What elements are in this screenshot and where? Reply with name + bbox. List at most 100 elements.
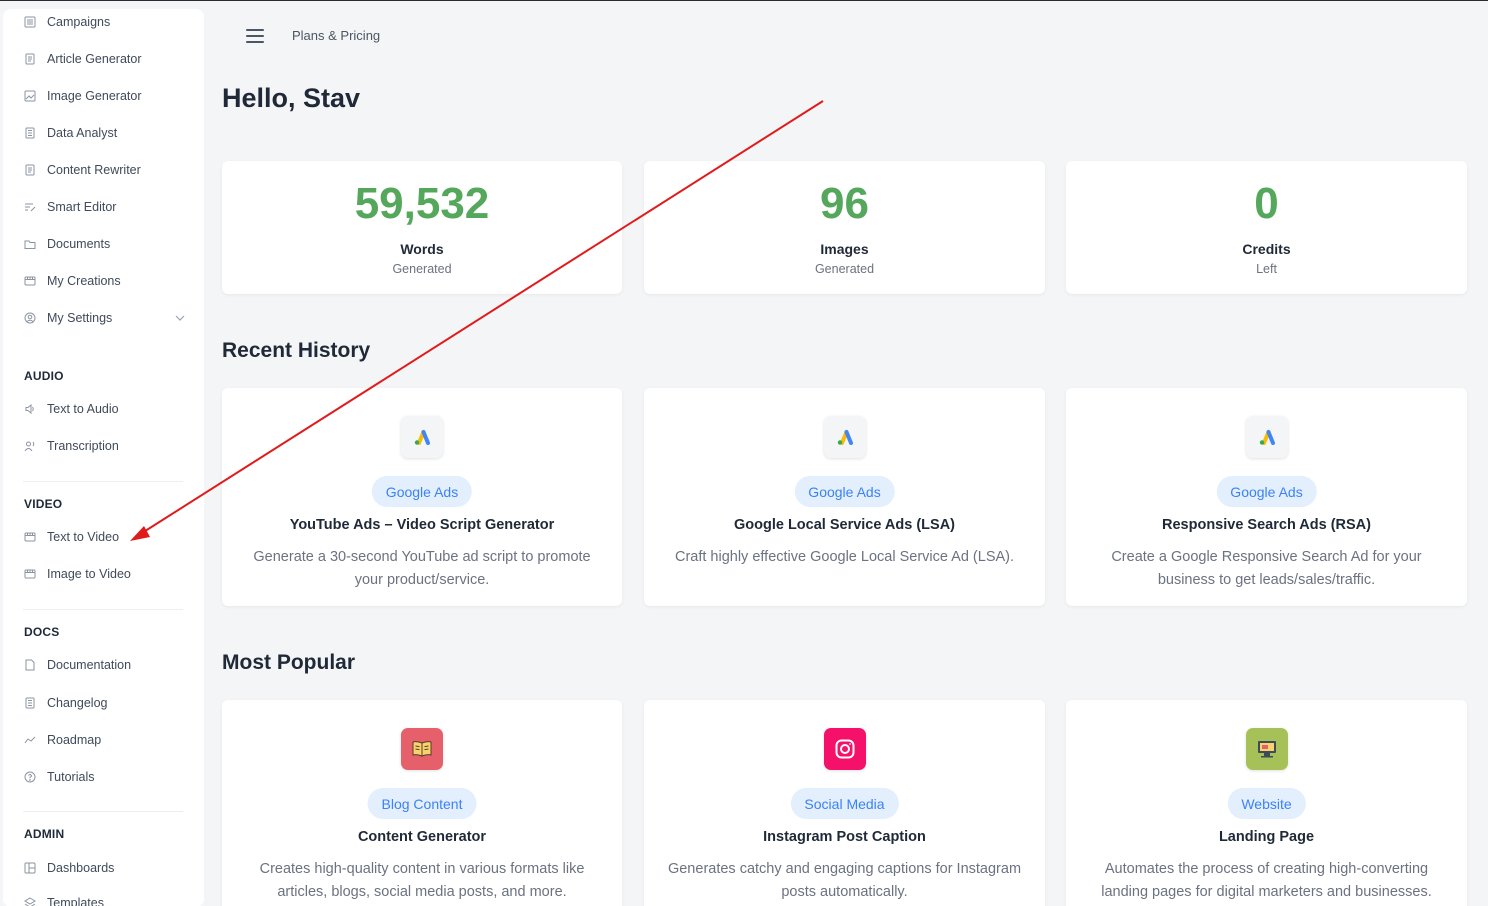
- sidebar-item-label: Changelog: [47, 696, 108, 710]
- section-title-admin: ADMIN: [24, 827, 65, 841]
- tool-description: Generate a 30-second YouTube ad script t…: [253, 549, 591, 588]
- question-circle-icon: [23, 770, 37, 784]
- sidebar-item-changelog[interactable]: Changelog: [23, 691, 193, 715]
- sidebar-item-label: Tutorials: [47, 770, 95, 784]
- stat-label: Words: [400, 241, 444, 257]
- sidebar-divider: [23, 481, 183, 482]
- sidebar-item-content-rewriter[interactable]: Content Rewriter: [23, 158, 193, 182]
- document-icon: [23, 163, 37, 177]
- document-icon: [23, 52, 37, 66]
- sidebar-item-label: Article Generator: [47, 52, 142, 66]
- category-badge[interactable]: Blog Content: [367, 788, 477, 819]
- speaker-icon: [23, 402, 37, 416]
- chevron-down-icon[interactable]: [175, 312, 185, 324]
- sidebar-item-campaigns[interactable]: Campaigns: [23, 10, 193, 34]
- popular-card[interactable]: Social Media Instagram Post Caption Gene…: [644, 700, 1045, 906]
- category-badge[interactable]: Google Ads: [1216, 476, 1317, 507]
- tool-title: Google Local Service Ads (LSA): [733, 517, 956, 533]
- list-icon: [23, 15, 37, 29]
- tool-title: Instagram Post Caption: [763, 829, 926, 845]
- trend-icon: [23, 733, 37, 747]
- stat-sublabel: Generated: [814, 262, 875, 276]
- breadcrumb[interactable]: Plans & Pricing: [292, 28, 380, 43]
- recent-card[interactable]: Google Ads Responsive Search Ads (RSA) C…: [1066, 388, 1467, 606]
- section-heading-most-popular: Most Popular: [222, 651, 356, 674]
- section-title-docs: DOCS: [24, 625, 60, 639]
- stat-value: 0: [1254, 179, 1279, 228]
- sidebar-item-article-generator[interactable]: Article Generator: [23, 47, 193, 71]
- stat-value: 59,532: [354, 179, 490, 228]
- open-book-icon: [401, 728, 443, 770]
- sidebar-item-data-analyst[interactable]: Data Analyst: [23, 121, 193, 145]
- sidebar-item-tutorials[interactable]: Tutorials: [23, 765, 193, 789]
- tool-description: Craft highly effective Google Local Serv…: [674, 549, 1015, 565]
- sidebar-item-my-creations[interactable]: My Creations: [23, 269, 193, 293]
- sidebar-item-label: Documents: [47, 237, 111, 251]
- edit-icon: [23, 200, 37, 214]
- stat-card-credits: 0 Credits Left: [1066, 161, 1467, 294]
- hamburger-menu-icon[interactable]: [246, 29, 264, 43]
- sidebar-item-label: Campaigns: [47, 15, 111, 29]
- tool-description: Create a Google Responsive Search Ad for…: [1111, 549, 1422, 588]
- tool-description: Creates high-quality content in various …: [259, 861, 585, 900]
- film-icon: [23, 567, 37, 581]
- sidebar: Campaigns Article Generator Image Genera…: [3, 9, 204, 906]
- section-title-audio: AUDIO: [24, 369, 64, 383]
- stat-sublabel: Generated: [392, 262, 452, 276]
- google-ads-icon: [823, 416, 866, 458]
- layers-icon: [23, 896, 37, 906]
- sidebar-item-label: My Settings: [47, 311, 113, 325]
- sidebar-item-my-settings[interactable]: My Settings: [23, 306, 193, 330]
- tool-title: Responsive Search Ads (RSA): [1162, 517, 1371, 533]
- popular-card[interactable]: Blog Content Content Generator Creates h…: [222, 700, 622, 906]
- stat-sublabel: Left: [1256, 262, 1277, 276]
- sidebar-item-smart-editor[interactable]: Smart Editor: [23, 195, 193, 219]
- stat-card-words: 59,532 Words Generated: [222, 161, 622, 294]
- sidebar-item-transcription[interactable]: Transcription: [23, 434, 193, 458]
- recent-card[interactable]: Google Ads YouTube Ads – Video Script Ge…: [222, 388, 622, 606]
- sidebar-item-roadmap[interactable]: Roadmap: [23, 728, 193, 752]
- sidebar-item-label: Text to Audio: [47, 402, 119, 416]
- sidebar-item-label: My Creations: [47, 274, 121, 288]
- category-badge[interactable]: Social Media: [790, 788, 899, 819]
- folder-icon: [23, 237, 37, 251]
- tool-description: Automates the process of creating high-c…: [1101, 861, 1432, 900]
- tool-title: Landing Page: [1218, 829, 1315, 845]
- film-icon: [23, 530, 37, 544]
- monitor-icon: [1245, 728, 1288, 770]
- sidebar-item-label: Image to Video: [47, 567, 131, 581]
- sidebar-item-documents[interactable]: Documents: [23, 232, 193, 256]
- page-title: Hello, Stav: [222, 83, 361, 113]
- sidebar-item-templates[interactable]: Templates: [23, 891, 193, 906]
- google-ads-icon: [401, 416, 443, 458]
- sidebar-item-documentation[interactable]: Documentation: [23, 653, 193, 677]
- section-heading-recent-history: Recent History: [222, 339, 371, 362]
- instagram-icon: [823, 728, 866, 770]
- recent-card[interactable]: Google Ads Google Local Service Ads (LSA…: [644, 388, 1045, 606]
- sidebar-item-text-to-video[interactable]: Text to Video: [23, 525, 193, 549]
- category-badge[interactable]: Website: [1227, 788, 1306, 819]
- sidebar-item-label: Smart Editor: [47, 200, 117, 214]
- sidebar-item-label: Content Rewriter: [47, 163, 141, 177]
- sidebar-item-label: Roadmap: [47, 733, 102, 747]
- microphone-user-icon: [23, 439, 37, 453]
- sidebar-item-label: Data Analyst: [47, 126, 118, 140]
- popular-card[interactable]: Website Landing Page Automates the proce…: [1066, 700, 1467, 906]
- sidebar-item-image-generator[interactable]: Image Generator: [23, 84, 193, 108]
- google-ads-icon: [1245, 416, 1288, 458]
- category-badge[interactable]: Google Ads: [794, 476, 895, 507]
- sidebar-item-label: Text to Video: [47, 530, 120, 544]
- image-icon: [23, 89, 37, 103]
- user-circle-icon: [23, 311, 37, 325]
- layout-icon: [23, 861, 37, 875]
- tool-title: Content Generator: [357, 829, 487, 845]
- sidebar-item-dashboards[interactable]: Dashboards: [23, 856, 193, 880]
- category-badge[interactable]: Google Ads: [371, 476, 473, 507]
- report-icon: [23, 126, 37, 140]
- sidebar-item-image-to-video[interactable]: Image to Video: [23, 562, 193, 586]
- tool-description: Generates catchy and engaging captions f…: [667, 861, 1022, 900]
- sidebar-item-label: Transcription: [47, 439, 119, 453]
- sidebar-item-label: Dashboards: [47, 861, 115, 875]
- stat-card-images: 96 Images Generated: [644, 161, 1045, 294]
- sidebar-item-text-to-audio[interactable]: Text to Audio: [23, 397, 193, 421]
